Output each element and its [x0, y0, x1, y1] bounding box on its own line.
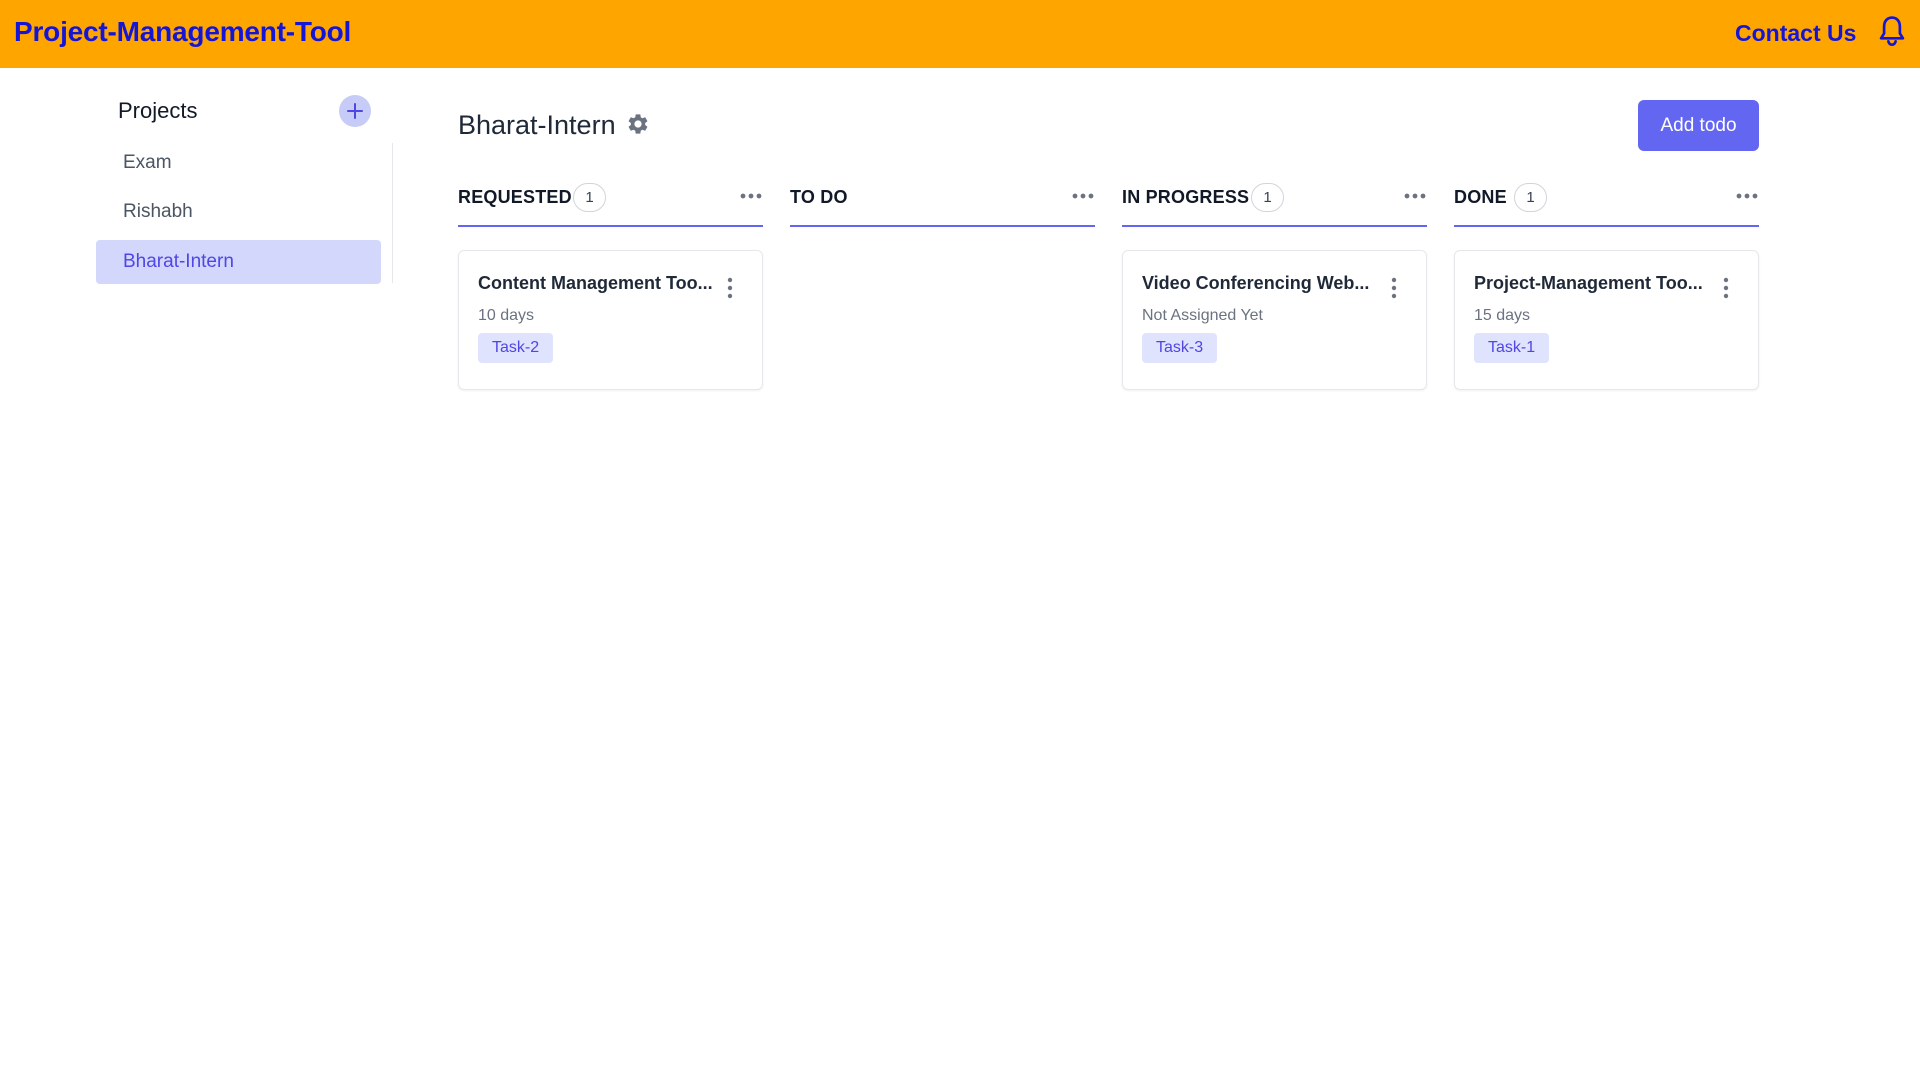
more-vertical-icon[interactable] [1722, 277, 1730, 299]
task-card-subtitle: 15 days [1474, 307, 1531, 324]
column-title: IN PROGRESS [1122, 187, 1250, 207]
task-card[interactable]: Content Management Too... 10 days Task-2 [458, 250, 763, 390]
task-card-title: Video Conferencing Web... [1142, 273, 1370, 293]
sidebar-item-exam[interactable]: Exam [96, 141, 381, 185]
task-tag: Task-3 [1142, 333, 1218, 363]
sidebar-item-label: Rishabh [123, 201, 193, 222]
task-card-subtitle: 10 days [478, 307, 535, 324]
column-done: DONE 1 Project-Management Too... 15 days… [1454, 178, 1759, 390]
column-header: DONE 1 [1454, 178, 1759, 227]
column-header: TO DO [790, 178, 1095, 227]
column-title: REQUESTED [458, 187, 572, 207]
more-vertical-icon[interactable] [726, 277, 734, 299]
sidebar-item-rishabh[interactable]: Rishabh [96, 190, 381, 234]
more-horizontal-icon[interactable] [739, 191, 763, 201]
task-card[interactable]: Project-Management Too... 15 days Task-1 [1454, 250, 1759, 390]
task-card[interactable]: Video Conferencing Web... Not Assigned Y… [1122, 250, 1427, 390]
sidebar-divider [392, 143, 393, 283]
task-tag: Task-1 [1474, 333, 1550, 363]
more-horizontal-icon[interactable] [1403, 191, 1427, 201]
board-title: Bharat-Intern [458, 110, 616, 140]
sidebar-item-label: Exam [123, 152, 172, 173]
task-card-title: Project-Management Too... [1474, 273, 1703, 293]
task-card-subtitle: Not Assigned Yet [1142, 307, 1263, 324]
column-count-badge: 1 [573, 183, 606, 212]
column-count-badge: 1 [1251, 183, 1284, 212]
column-title: TO DO [790, 187, 848, 207]
more-horizontal-icon[interactable] [1071, 191, 1095, 201]
top-navbar: Project-Management-Tool Contact Us [0, 0, 1920, 68]
add-todo-button[interactable]: Add todo [1638, 100, 1759, 151]
bell-icon[interactable] [1877, 14, 1907, 48]
projects-heading: Projects [118, 98, 198, 123]
app-brand[interactable]: Project-Management-Tool [14, 16, 351, 48]
task-tag: Task-2 [478, 333, 554, 363]
add-project-button[interactable] [339, 95, 371, 127]
column-header: REQUESTED 1 [458, 178, 763, 227]
column-requested: REQUESTED 1 Content Management Too... 10… [458, 178, 763, 390]
contact-us-link[interactable]: Contact Us [1735, 20, 1856, 47]
column-count-badge: 1 [1514, 183, 1547, 212]
sidebar-item-label: Bharat-Intern [123, 251, 234, 272]
column-to-do: TO DO [790, 178, 1095, 227]
column-header: IN PROGRESS 1 [1122, 178, 1427, 227]
more-vertical-icon[interactable] [1390, 277, 1398, 299]
column-title: DONE [1454, 187, 1507, 207]
sidebar-item-bharat-intern[interactable]: Bharat-Intern [96, 240, 381, 284]
plus-icon [347, 103, 363, 119]
gear-icon[interactable] [626, 112, 650, 136]
column-in-progress: IN PROGRESS 1 Video Conferencing Web... … [1122, 178, 1427, 390]
task-card-title: Content Management Too... [478, 273, 713, 293]
more-horizontal-icon[interactable] [1735, 191, 1759, 201]
